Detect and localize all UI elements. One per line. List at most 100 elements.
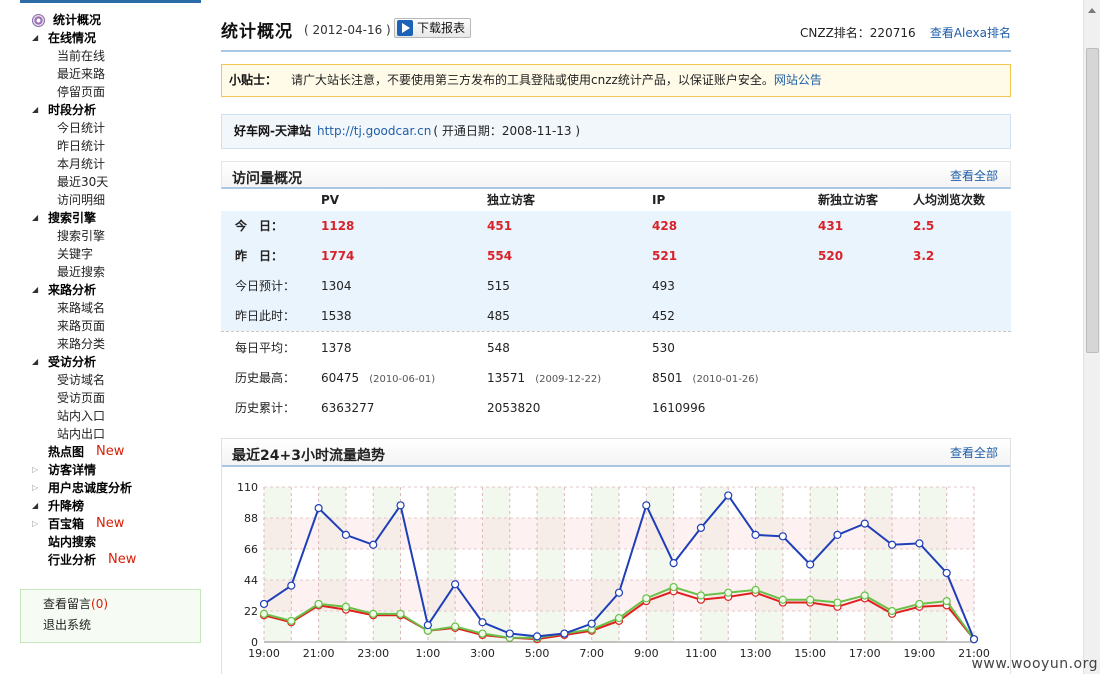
sidebar-item[interactable]: 来路页面 [20, 317, 201, 335]
data-point [669, 582, 678, 592]
sidebar-item[interactable]: 受访页面 [20, 389, 201, 407]
data-point [942, 597, 951, 606]
data-point [259, 609, 269, 618]
data-point [587, 619, 596, 628]
data-point [751, 585, 760, 594]
data-point [614, 588, 624, 597]
site-notice-link[interactable]: 网站公告 [774, 73, 822, 87]
sidebar-item[interactable]: 本月统计 [20, 155, 201, 173]
row-label: 今 日： [235, 219, 284, 233]
sidebar-item[interactable]: 行业分析 New [20, 551, 201, 569]
data-point [969, 635, 979, 644]
sidebar-group[interactable]: ◢ 来路分析 [20, 281, 201, 299]
table-cell: 493 [652, 279, 675, 293]
table-cell: 3.2 [913, 249, 935, 263]
row-label: 每日平均： [235, 341, 296, 355]
sidebar-item[interactable]: 受访域名 [20, 371, 201, 389]
sidebar-item[interactable]: 站内出口 [20, 425, 201, 443]
sidebar-item[interactable]: ▷ 访客详情 [20, 461, 201, 479]
data-point [887, 540, 897, 549]
download-report-button[interactable]: 下载报表 [394, 18, 472, 38]
trend-panel-header: 最近24+3小时流量趋势 查看全部 [222, 439, 1010, 467]
sidebar-item[interactable]: 关键字 [20, 245, 201, 263]
triangle-down-icon: ◢ [32, 213, 39, 222]
sidebar-item[interactable]: 停留页面 [20, 83, 201, 101]
data-point [778, 532, 787, 541]
table-cell: 2053820 [487, 393, 540, 423]
sidebar-item[interactable]: ▷ 百宝箱 New [20, 515, 201, 533]
sidebar-group-label: 来路分析 [48, 283, 97, 297]
trend-view-all-link[interactable]: 查看全部 [950, 444, 998, 461]
data-point [505, 629, 514, 638]
sidebar-item[interactable]: 站内入口 [20, 407, 201, 425]
sidebar-item[interactable]: 来路域名 [20, 299, 201, 317]
x-tick-label: 13:00 [740, 647, 772, 660]
data-point [751, 530, 760, 540]
data-point [724, 588, 733, 597]
y-tick-label: 44 [244, 574, 258, 587]
table-cell: 451 [487, 219, 513, 233]
sidebar-item[interactable]: 来路分类 [20, 335, 201, 353]
view-messages-link[interactable]: 查看留言(0) [43, 594, 200, 615]
messages-count: (0) [91, 597, 109, 611]
new-badge: New [96, 516, 125, 531]
scrollbar-thumb[interactable] [1086, 48, 1099, 353]
sidebar-item[interactable]: 最近30天 [20, 173, 201, 191]
data-point [423, 620, 432, 630]
table-cell: 530 [652, 333, 675, 363]
data-point [642, 501, 651, 510]
traffic-overview-panel: 访问量概况 查看全部 PV 独立访客 IP 新独立访客 人均浏览次数今 日： 1128 45… [221, 161, 1011, 424]
column-header: 新独立访客 [818, 193, 879, 207]
sidebar-item[interactable]: 搜索引擎 [20, 227, 201, 245]
sidebar-item[interactable]: 最近来路 [20, 65, 201, 83]
sidebar-item[interactable]: ▷ 用户忠诚度分析 [20, 479, 201, 497]
x-tick-label: 7:00 [579, 647, 604, 660]
sidebar-item[interactable]: 最近搜索 [20, 263, 201, 281]
data-point [696, 523, 706, 532]
data-point [860, 519, 869, 528]
x-tick-label: 21:00 [303, 647, 335, 660]
sidebar-item[interactable]: 今日统计 [20, 119, 201, 137]
table-cell: 431 [818, 219, 844, 233]
cell-value: 1378 [321, 341, 352, 355]
table-cell: 1304 [321, 279, 352, 293]
data-point [451, 622, 460, 631]
scroll-up-arrow-icon[interactable] [1088, 8, 1096, 13]
sidebar-item-overview[interactable]: 统计概况 [20, 11, 201, 29]
sidebar-item-label: 升降榜 [48, 499, 85, 513]
table-row: 今 日： 1128 451 428 431 2.5 [221, 211, 1011, 241]
trend-chart: 02244668811019:00 21:00 23:00 1:00 3:00 5:00 7… [237, 481, 990, 660]
x-tick-label: 3:00 [470, 647, 495, 660]
triangle-right-icon: ▷ [32, 465, 39, 474]
sidebar-item[interactable]: 热点图 New [20, 443, 201, 461]
sidebar-item[interactable]: ◢ 升降榜 [20, 497, 201, 515]
data-point [396, 609, 405, 618]
sidebar-item[interactable]: 当前在线 [20, 47, 201, 65]
download-report-label: 下载报表 [417, 21, 466, 35]
sidebar-group[interactable]: ◢ 时段分析 [20, 101, 201, 119]
data-point [396, 501, 405, 510]
data-point [341, 602, 351, 611]
triangle-right-icon: ▷ [32, 483, 39, 492]
overview-panel-header: 访问量概况 查看全部 [221, 161, 1011, 189]
table-cell: 1774 [321, 249, 355, 263]
sidebar-item[interactable]: 访问明细 [20, 191, 201, 209]
sidebar-group[interactable]: ◢ 搜索引擎 [20, 209, 201, 227]
sidebar-group[interactable]: ◢ 受访分析 [20, 353, 201, 371]
cell-value: 8501 [652, 371, 683, 385]
site-url-link[interactable]: http://tj.goodcar.cn [317, 124, 431, 138]
x-tick-label: 17:00 [849, 647, 881, 660]
vertical-scrollbar[interactable] [1083, 0, 1100, 674]
cell-value: 548 [487, 341, 510, 355]
table-cell: 60475 (2010-06-01) [321, 363, 435, 395]
alexa-rank-link[interactable]: 查看Alexa排名 [930, 24, 1011, 41]
overview-view-all-link[interactable]: 查看全部 [950, 167, 998, 184]
sidebar-group[interactable]: ◢ 在线情况 [20, 29, 201, 47]
sidebar-item[interactable]: 站内搜索 [20, 533, 201, 551]
sidebar-item[interactable]: 昨日统计 [20, 137, 201, 155]
site-open-date: ( 开通日期：2008-11-13 ) [433, 124, 581, 138]
table-cell: 521 [652, 249, 678, 263]
logout-link[interactable]: 退出系统 [43, 615, 200, 636]
new-badge: New [96, 444, 125, 459]
x-tick-label: 11:00 [685, 647, 717, 660]
